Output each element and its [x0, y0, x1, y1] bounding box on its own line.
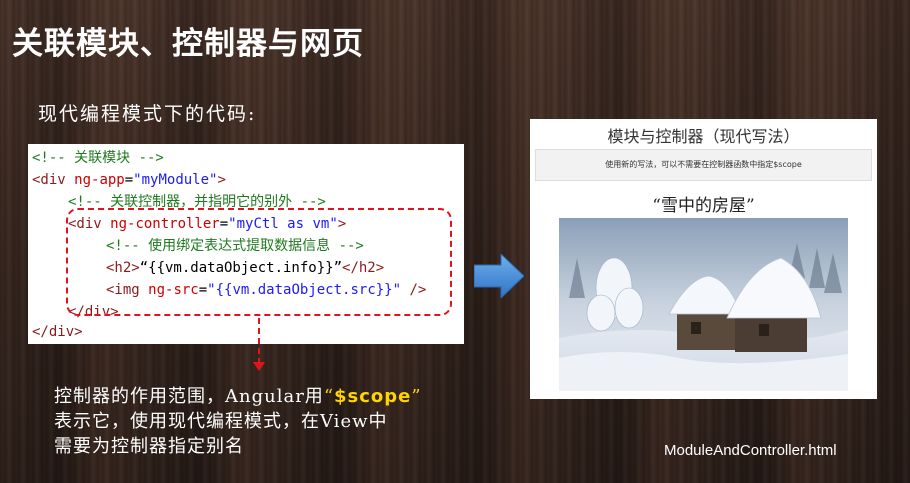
slide-subtitle: 现代编程模式下的代码:: [38, 103, 257, 125]
desc-line-2: 表示它，使用现代编程模式，在View中: [54, 411, 388, 432]
filename-label: ModuleAndController.html: [664, 442, 837, 459]
code-token: >: [217, 172, 226, 188]
code-token: <div: [32, 172, 75, 188]
scope-description: 控制器的作用范围，Angular用“$scope” 表示它，使用现代编程模式，在…: [54, 384, 494, 459]
quote-close: ”: [411, 386, 422, 407]
browser-preview: 模块与控制器（现代写法） 使用新的写法，可以不需要在控制器函数中指定$scope…: [530, 119, 877, 399]
code-line-2: <div ng-app="myModule">: [32, 170, 226, 190]
code-line-1: <!-- 关联模块 -->: [32, 150, 164, 166]
scope-connector-line: [258, 318, 260, 364]
code-token: =: [124, 172, 134, 188]
scope-keyword: $scope: [334, 386, 412, 407]
preview-heading: “雪中的房屋”: [652, 196, 755, 216]
preview-info-box: 使用新的写法，可以不需要在控制器函数中指定$scope: [535, 149, 872, 181]
desc-text: 控制器的作用范围，Angular用: [54, 386, 324, 407]
preview-title: 模块与控制器（现代写法）: [607, 127, 800, 146]
code-token: "myModule": [133, 172, 218, 188]
quote-open: “: [323, 386, 335, 407]
snow-house-image: [559, 218, 848, 391]
code-token: ng-app: [74, 172, 125, 188]
desc-line-3: 需要为控制器指定别名: [54, 436, 244, 457]
desc-line-1: 控制器的作用范围，Angular用“$scope”: [54, 384, 494, 409]
slide-title: 关联模块、控制器与网页: [12, 26, 364, 62]
code-line-9: </div>: [32, 324, 83, 340]
scope-connector-arrowhead: [253, 362, 265, 371]
controller-scope-highlight: [66, 208, 452, 316]
right-arrow-icon: [474, 254, 524, 298]
